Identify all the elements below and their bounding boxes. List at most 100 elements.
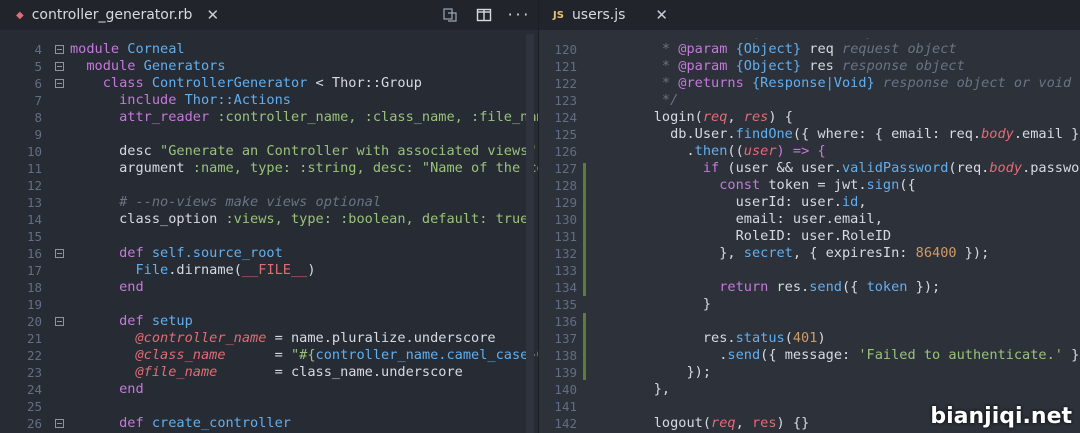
watermark: bianjiqi.net xyxy=(930,404,1072,429)
code-line[interactable]: 134 return res.send({ token }); xyxy=(539,279,1080,296)
code-line[interactable]: 132 }, secret, { expiresIn: 86400 }); xyxy=(539,245,1080,262)
line-number: 121 xyxy=(554,59,577,74)
right-code-area[interactable]: * @returns {Promise<User>}120 * @param {… xyxy=(539,38,1080,433)
code-line[interactable]: 121 * @param {Object} res response objec… xyxy=(539,58,1080,75)
code-text: email: user.email, xyxy=(621,211,883,227)
code-line[interactable]: 131 RoleID: user.RoleID xyxy=(539,228,1080,245)
line-number: 130 xyxy=(554,212,577,227)
code-line[interactable]: 20 def setup xyxy=(0,313,538,330)
code-line[interactable]: 6 class ControllerGenerator < Thor::Grou… xyxy=(0,75,538,92)
code-line[interactable]: 136 xyxy=(539,313,1080,330)
code-text: end xyxy=(70,279,144,295)
line-number: 19 xyxy=(26,297,42,312)
split-editor-icon[interactable] xyxy=(474,5,494,25)
code-line[interactable]: 138 .send({ message: 'Failed to authenti… xyxy=(539,347,1080,364)
line-number: 20 xyxy=(26,314,42,329)
code-line[interactable]: 126 .then((user) => { xyxy=(539,143,1080,160)
code-line[interactable]: 140 }, xyxy=(539,381,1080,398)
close-icon[interactable]: ✕ xyxy=(655,6,668,24)
line-number: 22 xyxy=(26,348,42,363)
tab-users-js[interactable]: JS users.js ✕ xyxy=(553,0,668,30)
code-text: def create_controller xyxy=(70,415,291,431)
line-number: 140 xyxy=(554,382,577,397)
code-text: login(req, res) { xyxy=(621,109,793,125)
code-line[interactable]: 129 userId: user.id, xyxy=(539,194,1080,211)
code-text: RoleID: user.RoleID xyxy=(621,228,892,244)
code-line[interactable]: 25 xyxy=(0,398,538,415)
fold-icon[interactable] xyxy=(55,249,64,258)
code-line[interactable]: 123 */ xyxy=(539,92,1080,109)
code-text: def self.source_root xyxy=(70,245,283,261)
line-number: 9 xyxy=(34,127,42,142)
code-line[interactable]: 21 @controller_name = name.pluralize.und… xyxy=(0,330,538,347)
line-number: 21 xyxy=(26,331,42,346)
code-line[interactable]: 11 argument :name, type: :string, desc: … xyxy=(0,160,538,177)
code-text: if (user && user.validPassword(req.body.… xyxy=(621,160,1080,176)
code-text: * @param {Object} res response object xyxy=(621,58,965,74)
code-text: def setup xyxy=(70,313,193,329)
code-line[interactable]: 18 end xyxy=(0,279,538,296)
code-line[interactable]: 124 login(req, res) { xyxy=(539,109,1080,126)
code-line[interactable]: 139 }); xyxy=(539,364,1080,381)
code-line[interactable]: 120 * @param {Object} req request object xyxy=(539,41,1080,58)
code-line[interactable]: 19 xyxy=(0,296,538,313)
code-line[interactable]: 17 File.dirname(__FILE__) xyxy=(0,262,538,279)
code-line[interactable]: 16 def self.source_root xyxy=(0,245,538,262)
code-line[interactable]: 26 def create_controller xyxy=(0,415,538,432)
code-line[interactable]: 7 include Thor::Actions xyxy=(0,92,538,109)
fold-icon[interactable] xyxy=(55,317,64,326)
tab-controller-generator[interactable]: ◆ controller_generator.rb ✕ xyxy=(16,0,219,30)
code-text: userId: user.id, xyxy=(621,194,867,210)
left-code-area[interactable]: 4 module Corneal 5 module Generators 6 clas… xyxy=(0,38,538,433)
line-number: 131 xyxy=(554,229,577,244)
right-tab-bar: JS users.js ✕ xyxy=(539,0,1080,30)
line-number: 12 xyxy=(26,178,42,193)
fold-icon[interactable] xyxy=(55,419,64,428)
code-text: res.status(401) xyxy=(621,330,826,346)
code-line[interactable]: 125 db.User.findOne({ where: { email: re… xyxy=(539,126,1080,143)
fold-icon[interactable] xyxy=(55,62,64,71)
line-number: 13 xyxy=(26,195,42,210)
code-line[interactable]: 24 end xyxy=(0,381,538,398)
code-line[interactable]: 127 if (user && user.validPassword(req.b… xyxy=(539,160,1080,177)
line-number: 135 xyxy=(554,297,577,312)
more-actions-icon[interactable]: ··· xyxy=(506,5,529,25)
code-line[interactable]: 5 module Generators xyxy=(0,58,538,75)
line-number: 26 xyxy=(26,416,42,431)
fold-icon[interactable] xyxy=(55,45,64,54)
code-line[interactable]: 23 @file_name = class_name.underscore xyxy=(0,364,538,381)
fold-icon[interactable] xyxy=(55,79,64,88)
code-line[interactable]: 137 res.status(401) xyxy=(539,330,1080,347)
code-text: include Thor::Actions xyxy=(70,92,291,108)
code-line[interactable]: 22 @class_name = "#{controller_name.came… xyxy=(0,347,538,364)
code-line[interactable]: 130 email: user.email, xyxy=(539,211,1080,228)
line-number: 124 xyxy=(554,110,577,125)
code-line[interactable]: 15 xyxy=(0,228,538,245)
code-text: }); xyxy=(621,364,712,380)
left-scrollbar[interactable] xyxy=(526,34,534,433)
code-text: module Corneal xyxy=(70,41,185,57)
line-number: 125 xyxy=(554,127,577,142)
line-number: 23 xyxy=(26,365,42,380)
line-number: 11 xyxy=(26,161,42,176)
compare-icon[interactable] xyxy=(440,5,460,25)
code-line[interactable]: 4 module Corneal xyxy=(0,41,538,58)
code-text: @file_name = class_name.underscore xyxy=(70,364,463,380)
code-line[interactable]: 122 * @returns {Response|Void} response … xyxy=(539,75,1080,92)
code-line[interactable]: 10 desc "Generate an Controller with ass… xyxy=(0,143,538,160)
code-line[interactable]: 8 attr_reader :controller_name, :class_n… xyxy=(0,109,538,126)
code-line[interactable]: 13 # --no-views make views optional xyxy=(0,194,538,211)
code-text: end xyxy=(70,381,144,397)
code-line[interactable]: 128 const token = jwt.sign({ xyxy=(539,177,1080,194)
code-line[interactable]: 12 xyxy=(0,177,538,194)
close-icon[interactable]: ✕ xyxy=(206,6,219,24)
code-line[interactable]: 9 xyxy=(0,126,538,143)
line-number: 15 xyxy=(26,229,42,244)
line-number: 7 xyxy=(34,93,42,108)
code-line[interactable]: 14 class_option :views, type: :boolean, … xyxy=(0,211,538,228)
code-line[interactable]: 135 } xyxy=(539,296,1080,313)
code-line[interactable]: 133 xyxy=(539,262,1080,279)
javascript-icon: JS xyxy=(553,9,564,21)
code-text: * @param {Object} req request object xyxy=(621,41,957,57)
line-number: 136 xyxy=(554,314,577,329)
